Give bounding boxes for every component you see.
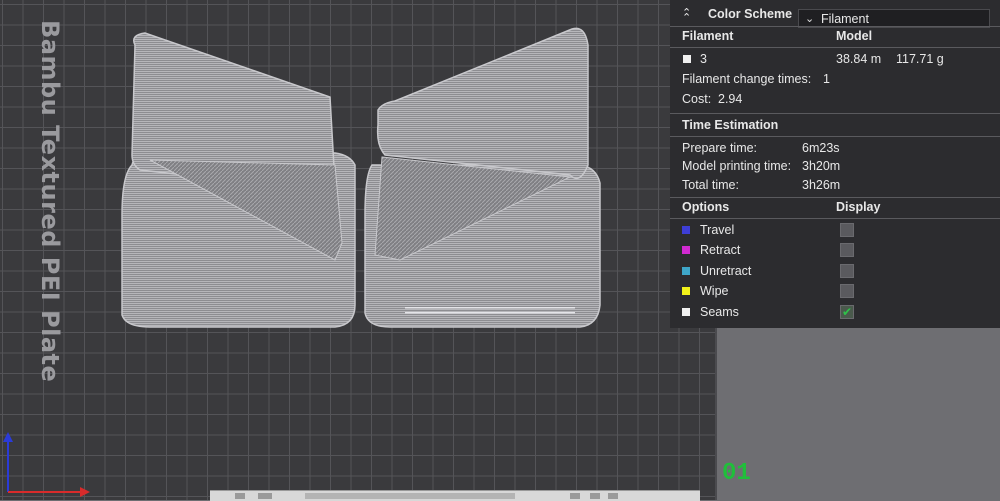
toolbar-slot[interactable] — [570, 493, 580, 499]
collapse-chevron-icon-lower: ⌃ — [682, 12, 692, 24]
change-times-value: 1 — [823, 72, 830, 86]
cost-value: 2.94 — [718, 92, 743, 106]
change-times-row: Filament change times: 1 — [670, 69, 1000, 89]
filament-header: Filament — [682, 29, 734, 43]
time-header-row: Time Estimation — [670, 115, 1000, 135]
3d-viewport[interactable]: Bambu Textured PEI Plate 01 ⌃ ⌃ Color Sc… — [0, 0, 1000, 501]
model-header: Model — [836, 29, 873, 43]
option-row-seams: Seams ✔ — [670, 302, 1000, 322]
wipe-color-swatch — [682, 287, 690, 295]
axis-indicator — [3, 432, 90, 497]
option-label: Wipe — [700, 284, 729, 298]
filament-header-row: Filament Model — [670, 26, 1000, 46]
seams-display-checkbox[interactable]: ✔ — [840, 305, 854, 319]
toolbar-slot[interactable] — [258, 493, 272, 499]
plate-name-label: Bambu Textured PEI Plate — [36, 20, 64, 383]
color-scheme-label: Color Scheme — [708, 7, 793, 21]
unretract-display-checkbox[interactable] — [840, 264, 854, 278]
divider — [670, 136, 1000, 137]
build-plate[interactable]: Bambu Textured PEI Plate — [0, 0, 717, 500]
options-header: Options — [682, 200, 730, 214]
seams-color-swatch — [682, 308, 690, 316]
retract-display-checkbox[interactable] — [840, 243, 854, 257]
option-label: Travel — [700, 223, 735, 237]
travel-color-swatch — [682, 226, 690, 234]
prepare-time-row: Prepare time: 6m23s — [670, 138, 1000, 158]
option-row-retract: Retract — [670, 240, 1000, 260]
divider — [670, 218, 1000, 219]
unretract-color-swatch — [682, 267, 690, 275]
retract-color-swatch — [682, 246, 690, 254]
right-part-upper — [376, 27, 589, 180]
travel-display-checkbox[interactable] — [840, 223, 854, 237]
option-row-travel: Travel — [670, 220, 1000, 240]
time-estimation-header: Time Estimation — [682, 118, 779, 132]
filament-color-swatch — [683, 55, 691, 63]
option-row-unretract: Unretract — [670, 261, 1000, 281]
plate-number[interactable]: 01 — [722, 460, 751, 487]
cost-label: Cost: — [682, 92, 712, 106]
model-time-value: 3h20m — [802, 159, 841, 173]
filament-weight: 117.71 g — [896, 52, 944, 66]
filament-length: 38.84 m — [836, 52, 882, 66]
option-label: Seams — [700, 305, 739, 319]
cost-row: Cost: 2.94 — [670, 89, 1000, 109]
option-row-wipe: Wipe — [670, 281, 1000, 301]
total-time-value: 3h26m — [802, 178, 841, 192]
option-label: Unretract — [700, 264, 752, 278]
total-time-row: Total time: 3h26m — [670, 175, 1000, 195]
display-header: Display — [836, 200, 881, 214]
gcode-legend-panel: ⌃ ⌃ Color Scheme ⌄ Filament Filament Mod… — [670, 0, 1000, 328]
prepare-time-label: Prepare time: — [682, 141, 758, 155]
wipe-display-checkbox[interactable] — [840, 284, 854, 298]
model-time-row: Model printing time: 3h20m — [670, 156, 1000, 176]
filament-id: 3 — [700, 52, 707, 66]
divider — [670, 47, 1000, 48]
model-time-label: Model printing time: — [682, 159, 792, 173]
toolbar-slot[interactable] — [608, 493, 618, 499]
option-label: Retract — [700, 243, 741, 257]
layer-slider-toolbar[interactable] — [210, 490, 700, 501]
toolbar-slot[interactable] — [235, 493, 245, 499]
color-scheme-row: ⌃ ⌃ Color Scheme ⌄ Filament — [670, 4, 1000, 28]
sliced-model-preview[interactable] — [110, 15, 610, 335]
divider — [670, 113, 1000, 114]
filament-row: 3 38.84 m 117.71 g — [670, 49, 1000, 69]
options-header-row: Options Display — [670, 197, 1000, 217]
toolbar-slot[interactable] — [590, 493, 600, 499]
prepare-time-value: 6m23s — [802, 141, 840, 155]
total-time-label: Total time: — [682, 178, 739, 192]
change-times-label: Filament change times: — [682, 72, 812, 86]
layer-range-bar[interactable] — [305, 493, 515, 499]
checkmark-icon: ✔ — [842, 305, 853, 319]
